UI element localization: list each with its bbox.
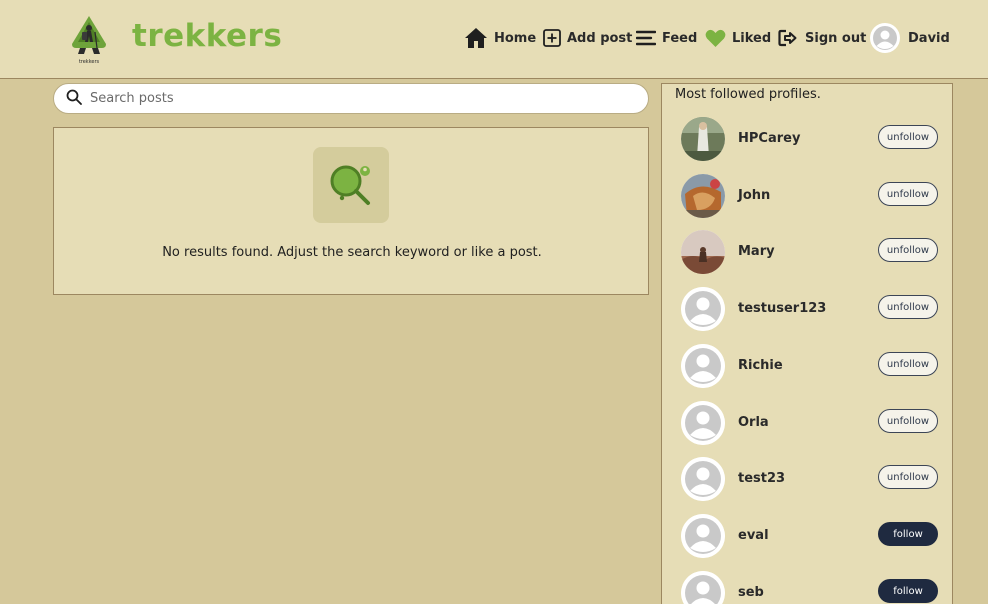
nav-sign-out-link[interactable]: Sign out	[778, 24, 866, 52]
profile-name[interactable]: test23	[738, 471, 785, 486]
default-avatar-icon[interactable]	[681, 514, 725, 558]
nav-home-link[interactable]: Home	[464, 24, 536, 52]
default-avatar-icon[interactable]	[681, 401, 725, 445]
profile-name[interactable]: HPCarey	[738, 131, 800, 146]
search-icon	[66, 89, 82, 109]
avatar[interactable]	[681, 230, 725, 274]
avatar[interactable]	[681, 174, 725, 218]
profile-row: Mary unfollow	[662, 227, 952, 277]
nav-add-post-label: Add post	[567, 30, 633, 46]
logo-icon[interactable]: trekkers	[68, 14, 110, 66]
unfollow-button[interactable]: unfollow	[878, 465, 938, 489]
unfollow-button[interactable]: unfollow	[878, 409, 938, 433]
profile-row: test23 unfollow	[662, 454, 952, 504]
profile-row: testuser123 unfollow	[662, 284, 952, 334]
profile-row: eval follow	[662, 511, 952, 561]
nav-add-post-link[interactable]: Add post	[543, 24, 632, 52]
nav-feed-link[interactable]: Feed	[636, 24, 697, 52]
most-followed-profiles-panel: Most followed profiles. HPCarey unfollow…	[661, 83, 953, 604]
profile-row: John unfollow	[662, 171, 952, 221]
profiles-title: Most followed profiles.	[675, 87, 821, 102]
feed-lines-icon	[636, 29, 656, 47]
profile-row: HPCarey unfollow	[662, 114, 952, 164]
nav-feed-label: Feed	[662, 30, 698, 46]
search-input[interactable]	[90, 91, 610, 106]
nav-profile-link[interactable]: David	[870, 22, 950, 54]
results-panel: No results found. Adjust the search keyw…	[53, 127, 649, 295]
default-avatar-icon[interactable]	[681, 457, 725, 501]
nav-sign-out-label: Sign out	[805, 30, 867, 46]
profile-name[interactable]: Richie	[738, 358, 783, 373]
follow-button[interactable]: follow	[878, 579, 938, 603]
nav-home-label: Home	[494, 30, 537, 46]
profile-name[interactable]: eval	[738, 528, 769, 543]
unfollow-button[interactable]: unfollow	[878, 352, 938, 376]
profile-name[interactable]: John	[738, 188, 770, 203]
logo-caption: trekkers	[79, 59, 100, 65]
nav-liked-link[interactable]: Liked	[705, 24, 771, 52]
unfollow-button[interactable]: unfollow	[878, 238, 938, 262]
home-icon	[464, 27, 488, 49]
avatar	[870, 23, 900, 53]
profile-name[interactable]: Mary	[738, 244, 775, 259]
unfollow-button[interactable]: unfollow	[878, 125, 938, 149]
default-avatar-icon[interactable]	[681, 571, 725, 604]
search-bar	[53, 83, 649, 114]
no-results-magnifier-icon	[313, 147, 389, 223]
profile-name[interactable]: testuser123	[738, 301, 826, 316]
unfollow-button[interactable]: unfollow	[878, 295, 938, 319]
heart-icon	[705, 29, 726, 48]
nav-user-name: David	[908, 30, 950, 46]
profile-row: Richie unfollow	[662, 341, 952, 391]
unfollow-button[interactable]: unfollow	[878, 182, 938, 206]
brand-name[interactable]: trekkers	[132, 18, 282, 54]
default-avatar-icon[interactable]	[681, 287, 725, 331]
sign-out-icon	[778, 29, 799, 47]
nav-liked-label: Liked	[732, 30, 772, 46]
follow-button[interactable]: follow	[878, 522, 938, 546]
no-results-message: No results found. Adjust the search keyw…	[162, 245, 542, 260]
profile-name[interactable]: Orla	[738, 415, 769, 430]
avatar[interactable]	[681, 117, 725, 161]
plus-square-icon	[543, 29, 561, 47]
default-avatar-icon[interactable]	[681, 344, 725, 388]
navbar: trekkers trekkers Home Add post Feed Lik…	[0, 0, 988, 79]
profile-row: Orla unfollow	[662, 398, 952, 448]
profile-name[interactable]: seb	[738, 585, 764, 600]
profile-row: seb follow	[662, 568, 952, 604]
